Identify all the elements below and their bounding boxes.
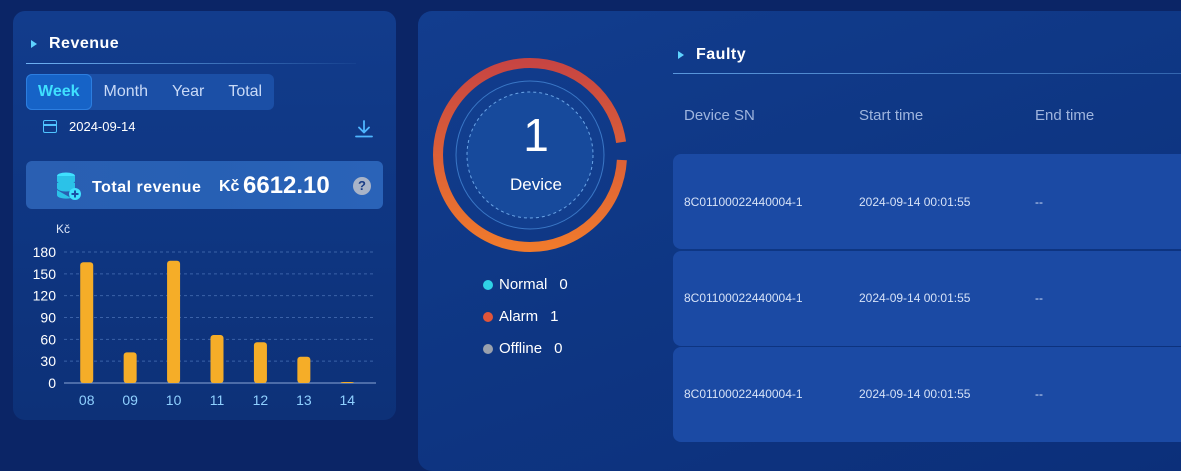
tab-total[interactable]: Total — [216, 74, 274, 110]
x-tick-label: 13 — [296, 392, 312, 408]
row-device-sn: 8C01100022440004-1 — [684, 195, 803, 209]
legend-alarm-label: Alarm — [499, 308, 539, 325]
tab-month[interactable]: Month — [92, 74, 160, 110]
legend-offline-label: Offline — [499, 340, 543, 357]
selected-date: 2024-09-14 — [69, 119, 136, 134]
legend-normal: Normal 0 — [483, 276, 568, 293]
row-start-time: 2024-09-14 00:01:55 — [859, 195, 971, 209]
tab-year[interactable]: Year — [160, 74, 216, 110]
bar — [340, 382, 354, 383]
col-header-start-time: Start time — [859, 107, 924, 124]
x-tick-label: 10 — [166, 392, 182, 408]
total-revenue-value: 6612.10 — [243, 172, 330, 199]
bar — [253, 342, 267, 383]
revenue-title: Revenue — [49, 35, 120, 52]
tab-week[interactable]: Week — [26, 74, 92, 110]
legend-normal-label: Normal — [499, 276, 548, 293]
offline-dot-icon — [483, 343, 493, 354]
row-end-time: -- — [1035, 291, 1043, 305]
row-end-time: -- — [1035, 387, 1043, 401]
bar — [297, 356, 311, 383]
triangle-bullet-icon — [678, 51, 684, 59]
table-row[interactable]: 8C01100022440004-1 2024-09-14 00:01:55 -… — [673, 347, 1181, 442]
col-header-device-sn: Device SN — [684, 107, 755, 124]
bar — [167, 260, 181, 383]
x-tick-label: 09 — [122, 392, 138, 408]
faulty-header: Faulty — [678, 46, 746, 64]
row-end-time: -- — [1035, 195, 1043, 209]
row-device-sn: 8C01100022440004-1 — [684, 387, 803, 401]
faulty-title-divider — [673, 73, 1181, 74]
period-tabs: Week Month Year Total — [26, 74, 275, 110]
coins-stack-icon — [56, 172, 81, 200]
device-count: 1 — [523, 109, 549, 161]
legend-offline-value: 0 — [554, 340, 563, 357]
x-tick-label: 14 — [339, 392, 355, 408]
y-tick-label: 60 — [40, 331, 56, 347]
chart-unit-label: Kč — [56, 222, 71, 236]
col-header-end-time: End time — [1035, 107, 1095, 124]
device-count-label: Device — [510, 175, 562, 194]
legend-normal-value: 0 — [559, 276, 568, 293]
revenue-title-divider — [26, 63, 356, 64]
triangle-bullet-icon — [31, 40, 37, 48]
bar — [80, 262, 94, 383]
calendar-icon — [43, 120, 57, 133]
y-tick-label: 90 — [40, 310, 56, 326]
row-start-time: 2024-09-14 00:01:55 — [859, 387, 971, 401]
row-start-time: 2024-09-14 00:01:55 — [859, 291, 971, 305]
y-tick-label: 150 — [33, 266, 57, 282]
x-tick-label: 12 — [253, 392, 269, 408]
y-tick-label: 30 — [40, 353, 56, 369]
download-icon[interactable] — [354, 119, 374, 139]
y-tick-label: 120 — [33, 288, 57, 304]
normal-dot-icon — [483, 279, 493, 290]
total-revenue-label: Total revenue — [92, 179, 202, 196]
legend-alarm-value: 1 — [550, 308, 559, 325]
table-row[interactable]: 8C01100022440004-1 2024-09-14 00:01:55 -… — [673, 251, 1181, 346]
legend-offline: Offline 0 — [483, 340, 562, 357]
x-tick-label: 11 — [210, 392, 225, 408]
bar — [123, 352, 137, 383]
bar — [210, 334, 224, 383]
revenue-bar-chart: 0 30 60 90 120 150 180 08 09 10 11 12 13 14 — [33, 244, 376, 408]
table-row[interactable]: 8C01100022440004-1 2024-09-14 00:01:55 -… — [673, 154, 1181, 249]
row-device-sn: 8C01100022440004-1 — [684, 291, 803, 305]
date-picker[interactable]: 2024-09-14 — [43, 119, 136, 134]
help-icon[interactable]: ? — [353, 177, 371, 195]
revenue-currency: Kč — [219, 178, 240, 195]
faulty-title: Faulty — [696, 46, 747, 63]
y-tick-label: 180 — [33, 244, 57, 260]
alarm-dot-icon — [483, 311, 493, 322]
y-tick-label: 0 — [48, 375, 56, 391]
revenue-header: Revenue — [31, 35, 119, 53]
x-tick-label: 08 — [79, 392, 95, 408]
legend-alarm: Alarm 1 — [483, 308, 559, 325]
